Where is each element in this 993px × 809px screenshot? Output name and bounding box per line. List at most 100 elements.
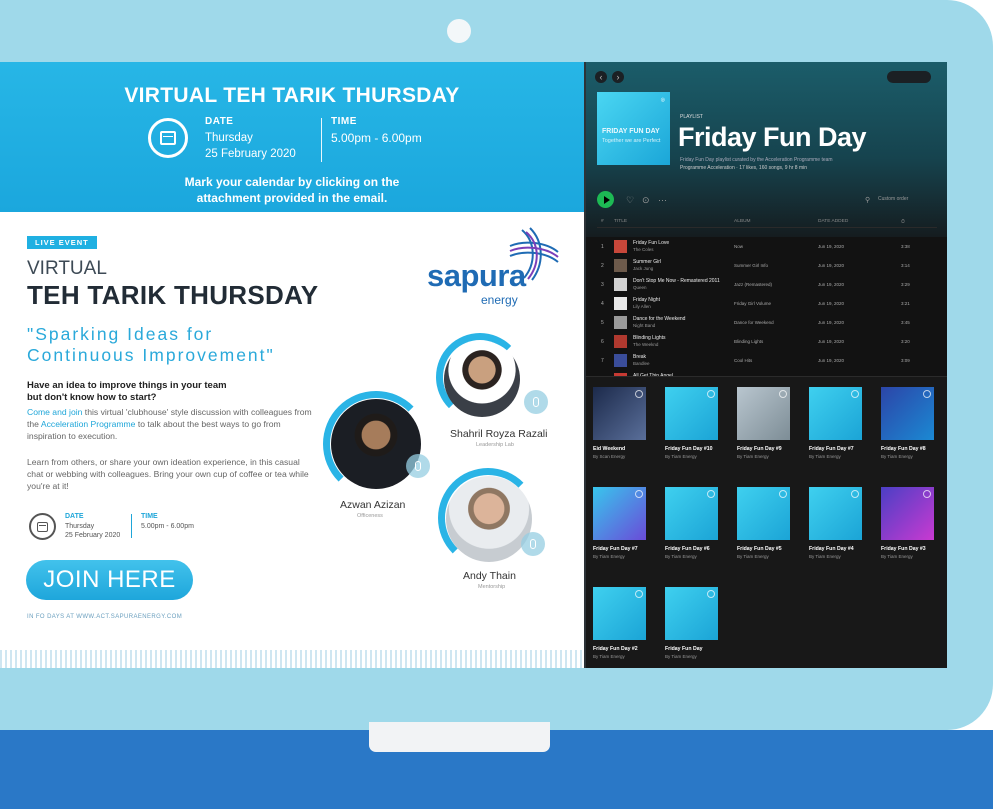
playlist-card[interactable]: Friday Fun Day #7 By Tiam Energy (588, 487, 650, 559)
card-logo-icon (635, 390, 643, 398)
time-label: TIME (331, 116, 357, 127)
music-app-window: ‹ › ◎ FRIDAY FUN DAY Together we are Per… (586, 62, 947, 668)
event-flyer: VIRTUAL TEH TARIK THURSDAY DATE Thursday… (0, 62, 584, 668)
sort-dropdown[interactable]: Custom order (878, 196, 908, 202)
card-logo-icon (851, 390, 859, 398)
playlist-card-subtitle: By Tiam Energy (665, 454, 697, 459)
track-album[interactable]: Dance for Weekend (734, 320, 774, 325)
track-row[interactable]: 3 Don't Stop Me Now - Remastered 2011 Quee… (586, 276, 947, 295)
playlist-card-cover (809, 487, 862, 540)
laptop-screen: VIRTUAL TEH TARIK THURSDAY DATE Thursday… (0, 62, 947, 668)
download-icon[interactable]: ⊙ (642, 195, 650, 206)
playlist-card[interactable]: Friday Fun Day #10 By Tiam Energy (660, 387, 722, 459)
small-divider (131, 514, 132, 538)
track-date-added: Jun 19, 2020 (818, 358, 845, 363)
track-artist[interactable]: Jack Jung (633, 266, 653, 271)
sapura-logo-subtext: energy (481, 293, 518, 307)
playlist-card[interactable]: Friday Fun Day #9 By Tiam Energy (732, 387, 794, 459)
column-duration[interactable]: ⏱ (901, 219, 905, 225)
track-artwork (614, 278, 627, 291)
playlist-card-subtitle: By Tiam Energy (593, 654, 625, 659)
track-album[interactable]: Blinding Lights (734, 339, 763, 344)
playlist-card-subtitle: By Tiam Energy (737, 454, 769, 459)
calendar-note: Mark your calendar by clicking on the at… (0, 174, 584, 206)
playlist-card[interactable]: Friday Fun Day #6 By Tiam Energy (660, 487, 722, 559)
playlist-card[interactable]: Friday Fun Day #4 By Tiam Energy (804, 487, 866, 559)
webcam (447, 19, 471, 43)
track-album[interactable]: Now (734, 244, 743, 249)
heart-icon[interactable]: ♡ (626, 195, 634, 206)
playlist-card[interactable]: Friday Fun Day #5 By Tiam Energy (732, 487, 794, 559)
footer-url[interactable]: IN FO DAYS AT WWW.ACT.SAPURAENERGY.COM (27, 614, 182, 620)
track-date-added: Jun 19, 2020 (818, 282, 845, 287)
playlist-card-title: Friday Fun Day #10 (665, 446, 713, 452)
playlist-card[interactable]: Friday Fun Day By Tiam Energy (660, 587, 722, 659)
column-date-added[interactable]: Date added (818, 219, 848, 224)
user-menu[interactable] (887, 71, 931, 83)
track-title: Friday Fun Love (633, 240, 670, 246)
flyer-title-large: TEH TARIK THURSDAY (27, 280, 319, 310)
playlist-card[interactable]: Friday Fun Day #2 By Tiam Energy (588, 587, 650, 659)
track-row[interactable]: 4 Friday Night Lily Allen Friday Girl Volum… (586, 295, 947, 314)
speaker-1-photo (444, 341, 520, 417)
calendar-icon (148, 118, 188, 158)
playlist-description: Friday Fun Day playlist curated by the A… (680, 157, 833, 163)
playlist-card-cover (881, 487, 934, 540)
playlist-card-title: Friday Fun Day #8 (881, 446, 926, 452)
playlist-card-cover (809, 387, 862, 440)
card-logo-icon (779, 390, 787, 398)
tagline-line-1: "Sparking Ideas for (27, 324, 214, 344)
play-icon (603, 195, 610, 204)
track-album[interactable]: Summer Girl Info (734, 263, 768, 268)
track-artist[interactable]: The Coles (633, 247, 654, 252)
column-album[interactable]: Album (734, 219, 751, 224)
track-album[interactable]: Jazz (Remastered) (734, 282, 772, 287)
speaker-2-name: Azwan Azizan (340, 499, 406, 511)
more-options-icon[interactable]: ··· (658, 195, 667, 205)
join-link-text[interactable]: Come and join (27, 407, 82, 417)
track-duration: 3:29 (901, 282, 910, 287)
track-row[interactable]: 1 Friday Fun Love The Coles Now Jun 19, 2020… (586, 238, 947, 257)
speaker-3-mic-icon (521, 532, 545, 556)
forward-button[interactable]: › (612, 71, 624, 83)
playlist-card-title: Friday Fun Day #7 (593, 546, 638, 552)
card-logo-icon (707, 590, 715, 598)
track-row[interactable]: 2 Summer Girl Jack Jung Summer Girl Info Jun… (586, 257, 947, 276)
track-number: 5 (601, 320, 604, 326)
playlist-card-title: Friday Fun Day #5 (737, 546, 782, 552)
play-button[interactable] (597, 191, 614, 208)
column-title[interactable]: Title (614, 219, 627, 224)
track-artist[interactable]: The Weeknd (633, 342, 658, 347)
speaker-1-mic-icon (524, 390, 548, 414)
track-artist[interactable]: Night Band (633, 323, 655, 328)
back-button[interactable]: ‹ (595, 71, 607, 83)
track-artist[interactable]: Bandlee (633, 361, 650, 366)
join-here-button[interactable]: JOIN HERE (26, 560, 193, 600)
track-row[interactable]: 7 Break Bandlee Cool Hits Jun 19, 2020 3:09 (586, 352, 947, 371)
track-date-added: Jun 19, 2020 (818, 263, 845, 268)
track-date-added: Jun 19, 2020 (818, 320, 845, 325)
card-logo-icon (923, 490, 931, 498)
banner-title: VIRTUAL TEH TARIK THURSDAY (124, 84, 460, 107)
speaker-3-role: Mentorship (478, 584, 506, 590)
playlist-card[interactable]: Friday Fun Day #8 By Tiam Energy (876, 387, 938, 459)
track-album[interactable]: Friday Girl Volume (734, 301, 771, 306)
track-album[interactable]: Cool Hits (734, 358, 752, 363)
track-artist[interactable]: Lily Allen (633, 304, 651, 309)
playlist-card[interactable]: Friday Fun Day #7 By Tiam Energy (804, 387, 866, 459)
flyer-banner: VIRTUAL TEH TARIK THURSDAY DATE Thursday… (0, 62, 584, 212)
playlist-card[interactable]: Eid Weekend By Scan Energy (588, 387, 650, 459)
playlist-card[interactable]: Friday Fun Day #3 By Tiam Energy (876, 487, 938, 559)
track-row[interactable]: 6 Blinding Lights The Weeknd Blinding Light… (586, 333, 947, 352)
note-line-2: attachment provided in the email. (196, 191, 388, 205)
track-number: 3 (601, 282, 604, 288)
speaker-2-mic-icon (406, 454, 430, 478)
track-artist[interactable]: Queen (633, 285, 647, 290)
track-number: 6 (601, 339, 604, 345)
question-line-2: but don't know how to start? (27, 392, 157, 403)
tagline: "Sparking Ideas for Continuous Improveme… (27, 324, 275, 366)
playlist-card-title: Eid Weekend (593, 446, 626, 452)
track-row[interactable]: 5 Dance for the Weekend Night Band Dance fo… (586, 314, 947, 333)
search-icon[interactable]: ⚲ (865, 196, 870, 204)
programme-link[interactable]: Acceleration Programme (41, 419, 136, 429)
